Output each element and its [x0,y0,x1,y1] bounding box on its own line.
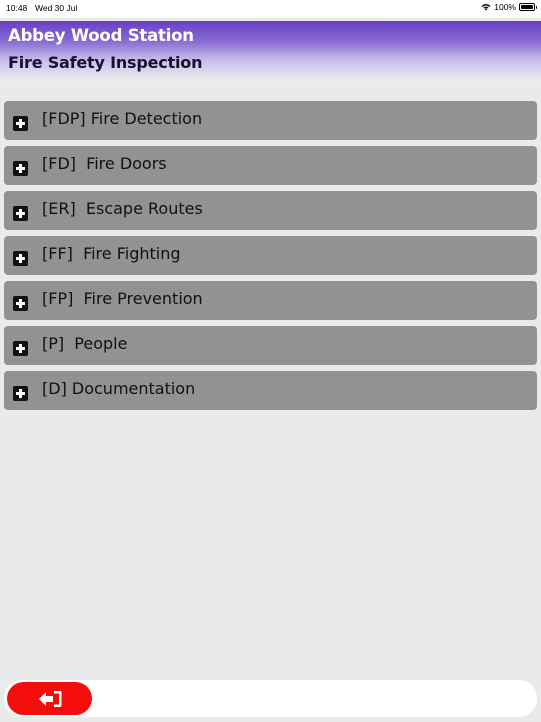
app-screen: 10:48 Wed 30 Jul 100% Abbey Wood Station… [0,0,541,722]
section-label: [P] People [42,334,128,353]
wifi-icon [481,3,491,11]
plus-square-icon[interactable] [13,296,28,311]
plus-square-icon[interactable] [13,116,28,131]
sign-out-icon [37,689,63,709]
section-label: [FD] Fire Doors [42,154,167,173]
section-escape-routes[interactable]: [ER] Escape Routes [4,191,537,230]
status-bar: 10:48 Wed 30 Jul 100% [0,0,541,18]
section-label: [FF] Fire Fighting [42,244,181,263]
battery-percentage: 100% [494,2,516,12]
section-fire-fighting[interactable]: [FF] Fire Fighting [4,236,537,275]
battery-icon [519,3,537,11]
section-fire-prevention[interactable]: [FP] Fire Prevention [4,281,537,320]
section-label: [FP] Fire Prevention [42,289,203,308]
section-label: [D] Documentation [42,379,196,398]
section-documentation[interactable]: [D] Documentation [4,371,537,410]
plus-square-icon[interactable] [13,341,28,356]
plus-square-icon[interactable] [13,251,28,266]
section-list: [FDP] Fire Detection [FD] Fire Doors [ER… [4,101,537,416]
status-date: Wed 30 Jul [35,3,78,13]
plus-square-icon[interactable] [13,206,28,221]
exit-button[interactable] [7,682,92,715]
section-people[interactable]: [P] People [4,326,537,365]
section-label: [FDP] Fire Detection [42,109,203,128]
bottom-toolbar [4,680,537,717]
section-fire-doors[interactable]: [FD] Fire Doors [4,146,537,185]
status-indicators: 100% [481,2,537,12]
header: Abbey Wood Station Fire Safety Inspectio… [0,21,541,81]
section-label: [ER] Escape Routes [42,199,203,218]
status-time: 10:48 [6,3,28,13]
page-subtitle: Fire Safety Inspection [8,53,203,72]
page-title: Abbey Wood Station [8,26,194,45]
plus-square-icon[interactable] [13,386,28,401]
section-fire-detection[interactable]: [FDP] Fire Detection [4,101,537,140]
plus-square-icon[interactable] [13,161,28,176]
